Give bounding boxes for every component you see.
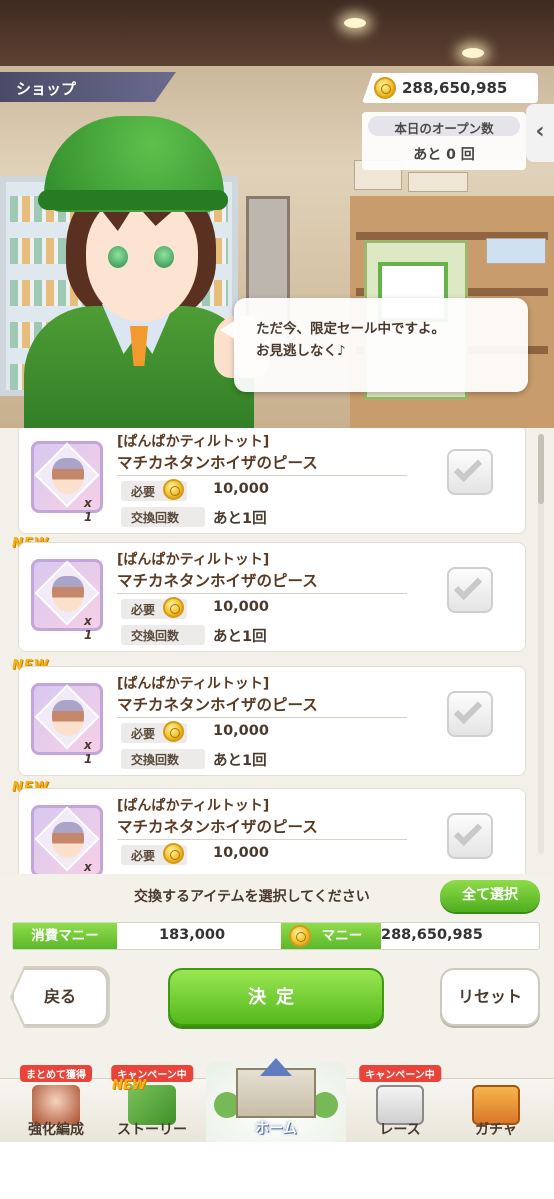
select-checkbox[interactable] xyxy=(447,691,493,737)
tab-label: ストーリー xyxy=(117,1122,187,1138)
select-checkbox[interactable] xyxy=(447,813,493,859)
coin-icon xyxy=(163,843,184,864)
speech-bubble: ただ今、限定セール中ですよ。 お見逃しなく♪ xyxy=(220,298,528,392)
coin-icon xyxy=(163,721,184,742)
select-all-button[interactable]: 全て選択 xyxy=(440,880,540,912)
reset-button[interactable]: リセット xyxy=(440,968,540,1026)
back-button[interactable]: 戻る xyxy=(12,968,108,1026)
open-count-value: あと 0 回 xyxy=(413,147,475,163)
ceiling-light xyxy=(344,18,366,28)
tab-badge: キャンペーン中 xyxy=(359,1065,441,1082)
coin-icon xyxy=(289,925,311,947)
goods-box xyxy=(408,172,468,192)
item-name: マチカネタンホイザのピース xyxy=(117,818,318,836)
item-title: [ぱんぱかティルトット] xyxy=(117,798,270,814)
tab-gacha[interactable]: ガチャ xyxy=(448,1079,544,1143)
coin-icon xyxy=(163,597,184,618)
tab-enhance[interactable]: まとめて獲得 強化編成 xyxy=(8,1065,104,1143)
check-icon xyxy=(453,695,483,725)
exchange-count-label: 交換回数 xyxy=(121,625,205,645)
select-checkbox[interactable] xyxy=(447,567,493,613)
open-count-panel: 本日のオープン数 あと 0 回 xyxy=(362,112,526,170)
tab-home[interactable]: ホーム xyxy=(206,1058,346,1142)
new-badge: NEW xyxy=(112,1078,147,1093)
shop-title: ショップ xyxy=(0,72,176,102)
item-list[interactable]: x 1 [ぱんぱかティルトット] マチカネタンホイザのピース 必要 10,000… xyxy=(0,428,554,874)
coin-icon xyxy=(163,479,184,500)
list-item[interactable]: x 1 [ぱんぱかティルトット] マチカネタンホイザのピース 必要 10,000… xyxy=(18,428,526,534)
list-item[interactable]: x 1 [ぱんぱかティルトット] マチカネタンホイザのピース 必要 10,000 xyxy=(18,788,526,874)
price-value: 10,000 xyxy=(213,481,269,497)
tab-label: 強化編成 xyxy=(28,1122,84,1138)
money-value: 288,650,985 xyxy=(381,927,483,943)
item-thumbnail: x 1 xyxy=(31,441,103,524)
list-item[interactable]: x 1 [ぱんぱかティルトット] マチカネタンホイザのピース 必要 10,000… xyxy=(18,542,526,652)
item-title: [ぱんぱかティルトット] xyxy=(117,676,270,692)
item-name: マチカネタンホイザのピース xyxy=(117,572,318,590)
tab-label: ホーム xyxy=(255,1121,297,1137)
item-title: [ぱんぱかティルトット] xyxy=(117,434,270,450)
speech-line: お見逃しなく♪ xyxy=(256,343,346,359)
money-display: 288,650,985 xyxy=(362,73,538,103)
ceiling-light xyxy=(462,48,484,58)
select-checkbox[interactable] xyxy=(447,449,493,495)
item-thumbnail: x 1 xyxy=(31,683,103,766)
spend-label: 消費マニー xyxy=(13,923,117,949)
exchange-remaining: あと1回 xyxy=(213,753,267,769)
exchange-remaining: あと1回 xyxy=(213,511,267,527)
speech-line: ただ今、限定セール中ですよ。 xyxy=(256,321,445,337)
spend-value: 183,000 xyxy=(159,927,226,943)
list-item[interactable]: x 1 [ぱんぱかティルトット] マチカネタンホイザのピース 必要 10,000… xyxy=(18,666,526,776)
home-indicator-area xyxy=(0,1142,554,1199)
tab-race[interactable]: キャンペーン中 レース xyxy=(352,1065,448,1143)
goods-box xyxy=(486,238,546,264)
item-name: マチカネタンホイザのピース xyxy=(117,454,318,472)
item-thumbnail: x 1 xyxy=(31,805,103,874)
exchange-remaining: あと1回 xyxy=(213,629,267,645)
summary-bar: 消費マニー 183,000 マニー 288,650,985 xyxy=(12,922,540,950)
check-icon xyxy=(453,571,483,601)
side-panel-toggle[interactable]: ‹ xyxy=(526,104,554,162)
price-value: 10,000 xyxy=(213,845,269,861)
item-thumbnail: x 1 xyxy=(31,559,103,642)
tab-badge: まとめて獲得 xyxy=(20,1065,92,1082)
confirm-button[interactable]: 決定 xyxy=(168,968,384,1026)
open-count-label: 本日のオープン数 xyxy=(394,121,494,136)
check-icon xyxy=(453,817,483,847)
coin-icon xyxy=(374,77,396,99)
tab-label: ガチャ xyxy=(475,1122,517,1138)
shop-scene: ただ今、限定セール中ですよ。 お見逃しなく♪ ショップ 288,650,985 … xyxy=(0,0,554,428)
price-value: 10,000 xyxy=(213,723,269,739)
check-icon xyxy=(453,453,483,483)
item-name: マチカネタンホイザのピース xyxy=(117,696,318,714)
money-value: 288,650,985 xyxy=(402,79,508,97)
exchange-count-label: 交換回数 xyxy=(121,507,205,527)
item-title: [ぱんぱかティルトット] xyxy=(117,552,270,568)
scrollbar-thumb[interactable] xyxy=(538,434,544,504)
tab-label: レース xyxy=(379,1122,421,1138)
exchange-count-label: 交換回数 xyxy=(121,749,205,769)
price-value: 10,000 xyxy=(213,599,269,615)
